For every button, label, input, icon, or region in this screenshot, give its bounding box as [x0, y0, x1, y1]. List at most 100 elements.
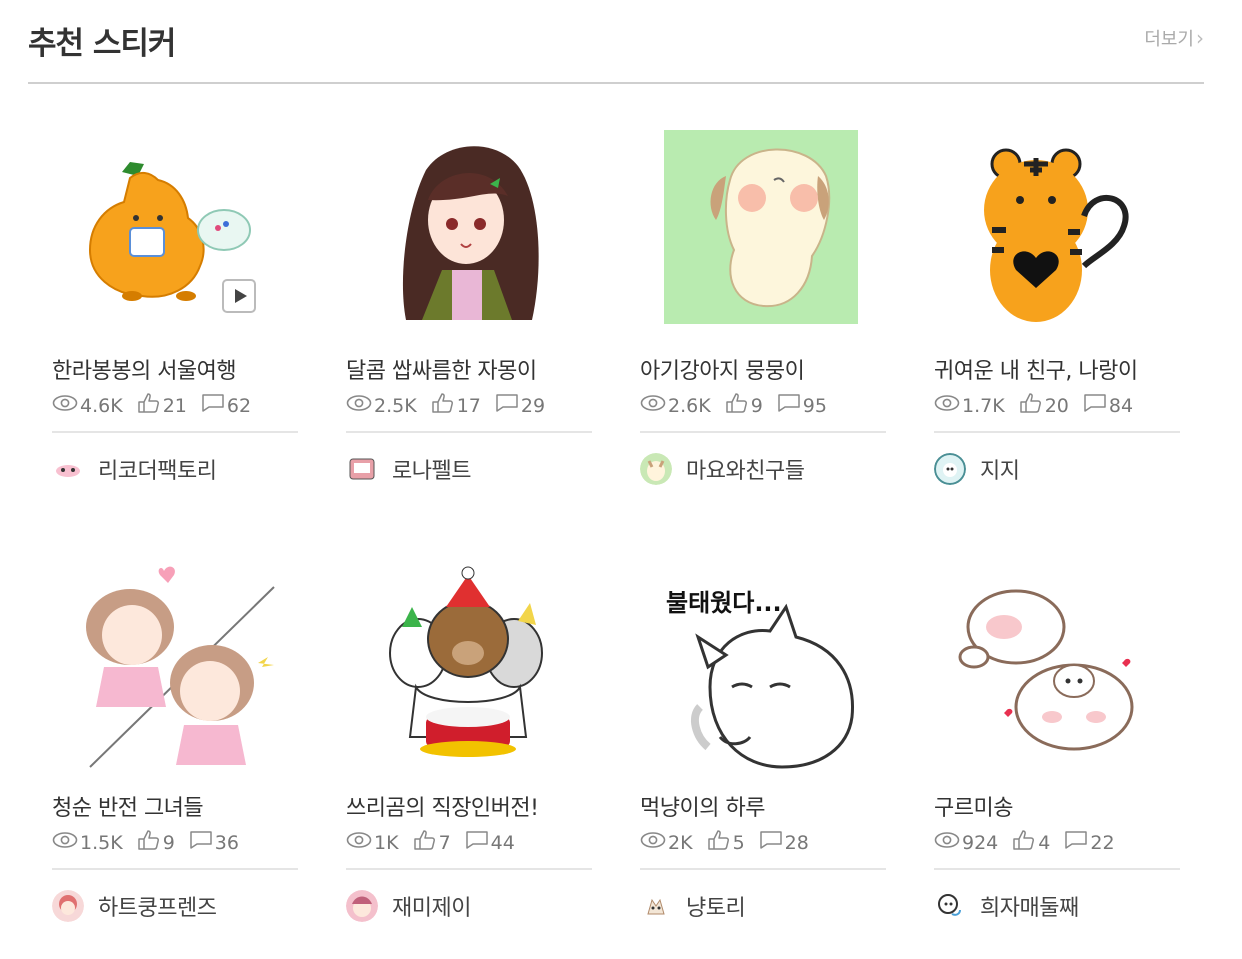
author-link[interactable]: 로나펠트: [346, 453, 471, 485]
comment-icon: [1064, 830, 1090, 855]
thumbs-up-icon: [707, 829, 733, 856]
sticker-name[interactable]: 귀여운 내 친구, 나랑이: [934, 353, 1138, 385]
sticker-thumbnail[interactable]: [934, 557, 1180, 772]
more-label: 더보기: [1144, 29, 1194, 50]
comments-stat: 36: [189, 830, 239, 855]
sticker-name[interactable]: 구르미송: [934, 790, 1013, 822]
author-name: 희자매둘째: [980, 896, 1079, 921]
views-count: 2.5K: [374, 394, 417, 417]
views-count: 1K: [374, 831, 399, 854]
comments-count: 44: [490, 831, 515, 854]
author-name: 리코더팩토리: [98, 459, 217, 484]
comments-count: 28: [784, 831, 809, 854]
chevron-right-icon: ›: [1196, 26, 1204, 50]
comments-count: 62: [226, 394, 252, 417]
eye-icon: [346, 394, 374, 417]
eye-icon: [640, 831, 668, 854]
comments-stat: 28: [759, 830, 809, 855]
author-link[interactable]: 마요와친구들: [640, 453, 805, 485]
author-name: 지지: [980, 459, 1020, 484]
card-divider: [346, 868, 592, 870]
author-link[interactable]: 재미제이: [346, 890, 471, 922]
comments-count: 36: [214, 831, 239, 854]
author-link[interactable]: 희자매둘째: [934, 890, 1079, 922]
section-header: 추천 스티커 더보기 ›: [28, 0, 1204, 84]
avatar: [640, 453, 672, 485]
comments-stat: 22: [1064, 830, 1115, 855]
eye-icon: [52, 394, 80, 417]
sticker-thumbnail[interactable]: [52, 557, 298, 772]
views-stat: 1K: [346, 831, 399, 854]
play-icon[interactable]: [222, 279, 256, 313]
likes-count: 4: [1038, 831, 1051, 854]
sticker-stats: 2.6K 9 95: [640, 392, 841, 419]
comments-stat: 95: [777, 393, 827, 418]
eye-icon: [52, 831, 80, 854]
author-name: 마요와친구들: [686, 459, 805, 484]
sticker-name[interactable]: 먹냥이의 하루: [640, 790, 765, 822]
avatar: [934, 890, 966, 922]
sticker-thumbnail[interactable]: [52, 120, 298, 335]
eye-icon: [934, 394, 962, 417]
comment-icon: [759, 830, 785, 855]
comment-icon: [465, 830, 491, 855]
more-link[interactable]: 더보기 ›: [1144, 25, 1204, 51]
sticker-name[interactable]: 한라봉봉의 서울여행: [52, 353, 237, 385]
card-divider: [640, 868, 886, 870]
views-count: 2.6K: [668, 394, 711, 417]
comments-stat: 44: [465, 830, 515, 855]
author-link[interactable]: 리코더팩토리: [52, 453, 217, 485]
comment-icon: [1083, 393, 1109, 418]
comments-stat: 29: [495, 393, 545, 418]
section-title: 추천 스티커: [28, 26, 176, 62]
author-name: 냥토리: [686, 896, 746, 921]
views-stat: 2.6K: [640, 394, 711, 417]
likes-count: 9: [162, 831, 175, 854]
likes-stat: 9: [137, 829, 175, 856]
author-link[interactable]: 지지: [934, 453, 1020, 485]
thumbs-up-icon: [1012, 829, 1038, 856]
sticker-name[interactable]: 쓰리곰의 직장인버전!: [346, 790, 539, 822]
card-divider: [640, 431, 886, 433]
comments-count: 84: [1108, 394, 1134, 417]
avatar: [346, 890, 378, 922]
sticker-thumbnail[interactable]: [346, 557, 592, 772]
author-link[interactable]: 하트쿵프렌즈: [52, 890, 217, 922]
sticker-name[interactable]: 아기강아지 뭉뭉이: [640, 353, 805, 385]
sticker-thumbnail[interactable]: [640, 120, 886, 335]
comment-icon: [201, 393, 227, 418]
card-divider: [934, 431, 1180, 433]
sticker-stats: 1K 7 44: [346, 829, 529, 856]
sticker-stats: 2K 5 28: [640, 829, 823, 856]
sticker-name[interactable]: 청순 반전 그녀들: [52, 790, 204, 822]
likes-stat: 4: [1012, 829, 1050, 856]
eye-icon: [934, 831, 962, 854]
sticker-stats: 1.5K 9 36: [52, 829, 253, 856]
likes-count: 17: [456, 394, 481, 417]
thumbs-up-icon: [431, 392, 457, 419]
thumbs-up-icon: [137, 829, 163, 856]
sticker-name[interactable]: 달콤 쌉싸름한 자몽이: [346, 353, 537, 385]
views-count: 924: [962, 831, 999, 854]
sticker-stats: 4.6K 21 62: [52, 392, 265, 419]
comments-stat: 84: [1083, 393, 1133, 418]
likes-count: 7: [438, 831, 451, 854]
views-count: 4.6K: [80, 394, 123, 417]
author-name: 로나펠트: [392, 459, 471, 484]
avatar: [52, 453, 84, 485]
card-divider: [346, 431, 592, 433]
author-link[interactable]: 냥토리: [640, 890, 746, 922]
likes-stat: 7: [413, 829, 451, 856]
author-name: 재미제이: [392, 896, 471, 921]
sticker-thumbnail[interactable]: [934, 120, 1180, 335]
likes-stat: 21: [137, 392, 187, 419]
views-count: 1.7K: [962, 394, 1005, 417]
sticker-thumbnail[interactable]: [346, 120, 592, 335]
card-divider: [52, 868, 298, 870]
sticker-thumbnail[interactable]: 불태웠다...: [640, 557, 886, 772]
thumbs-up-icon: [1019, 392, 1045, 419]
card-divider: [52, 431, 298, 433]
likes-stat: 5: [707, 829, 745, 856]
likes-stat: 9: [725, 392, 763, 419]
comments-stat: 62: [201, 393, 251, 418]
